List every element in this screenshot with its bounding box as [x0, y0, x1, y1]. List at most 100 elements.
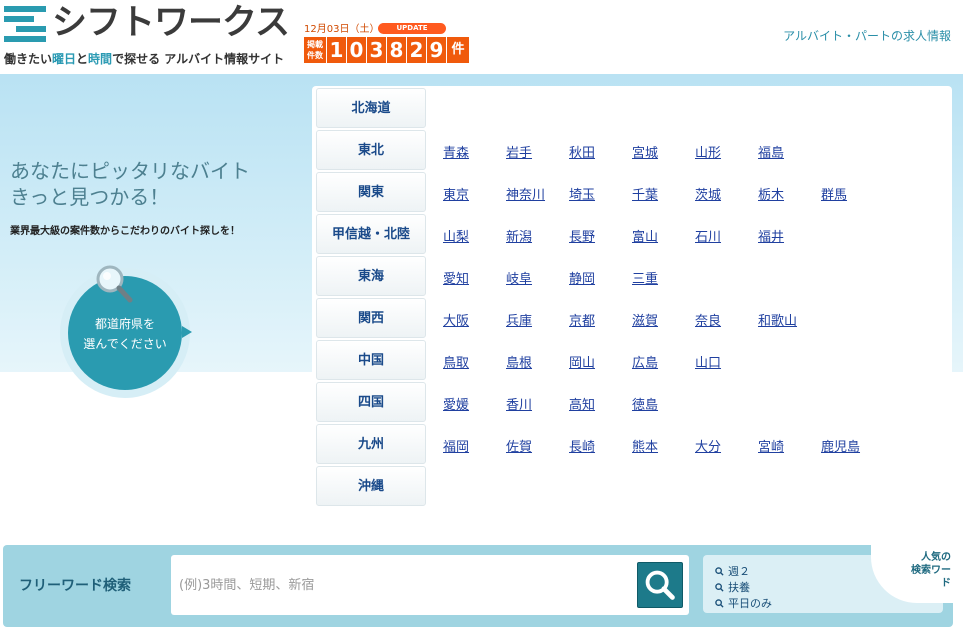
- region-row: 北海道: [316, 88, 946, 128]
- prefecture-link[interactable]: 静岡: [569, 268, 595, 287]
- tagline-highlight: 曜日: [52, 52, 77, 66]
- tagline-part: と: [76, 52, 89, 66]
- prefecture-link[interactable]: 滋賀: [632, 310, 658, 329]
- tagline-highlight: 時間: [88, 52, 113, 66]
- keyword-label: 週２: [728, 565, 750, 578]
- popular-keywords-title: 人気の 検索ワード: [903, 551, 951, 590]
- search-box: [171, 555, 689, 615]
- popular-keyword[interactable]: 平日のみ: [715, 595, 772, 611]
- prefecture-link[interactable]: 神奈川: [506, 184, 545, 203]
- search-icon: [715, 583, 724, 592]
- region-row: 関東 東京 神奈川 埼玉 千葉 茨城 栃木 群馬: [316, 172, 946, 212]
- prefecture-link[interactable]: 秋田: [569, 142, 595, 161]
- prefecture-link[interactable]: 岐阜: [506, 268, 532, 287]
- prefecture-link[interactable]: 長崎: [569, 436, 595, 455]
- search-button[interactable]: [637, 562, 683, 608]
- header-link[interactable]: アルバイト・パートの求人情報: [783, 27, 951, 44]
- region-panel: 北海道 東北 青森 岩手 秋田 宮城 山形 福島関東 東京 神奈川 埼玉 千葉 茨城 栃木 群馬甲信越・北陸…: [312, 86, 952, 510]
- prefecture-link[interactable]: 高知: [569, 394, 595, 413]
- prompt-line: 選んでください: [83, 337, 167, 351]
- region-button[interactable]: 東北: [316, 130, 426, 170]
- prefecture-link[interactable]: 福島: [758, 142, 784, 161]
- prefecture-link[interactable]: 京都: [569, 310, 595, 329]
- prefecture-link[interactable]: 島根: [506, 352, 532, 371]
- prefecture-link[interactable]: 茨城: [695, 184, 721, 203]
- prefecture-link[interactable]: 大阪: [443, 310, 469, 329]
- prefecture-link[interactable]: 埼玉: [569, 184, 595, 203]
- search-icon: [715, 567, 724, 576]
- prefecture-link[interactable]: 石川: [695, 226, 721, 245]
- prefecture-link[interactable]: 福岡: [443, 436, 469, 455]
- prefecture-link[interactable]: 徳島: [632, 394, 658, 413]
- prefecture-link[interactable]: 兵庫: [506, 310, 532, 329]
- prefecture-link[interactable]: 愛知: [443, 268, 469, 287]
- logo-icon[interactable]: [4, 6, 46, 42]
- prefecture-link[interactable]: 広島: [632, 352, 658, 371]
- region-button[interactable]: 四国: [316, 382, 426, 422]
- prefecture-link[interactable]: 愛媛: [443, 394, 469, 413]
- counter-digit: 9: [427, 37, 446, 63]
- prefecture-link[interactable]: 長野: [569, 226, 595, 245]
- region-button[interactable]: 北海道: [316, 88, 426, 128]
- search-icon: [715, 599, 724, 608]
- prefecture-link[interactable]: 大分: [695, 436, 721, 455]
- region-button[interactable]: 関西: [316, 298, 426, 338]
- prefecture-link[interactable]: 鳥取: [443, 352, 469, 371]
- popular-keyword[interactable]: 週２: [715, 563, 750, 579]
- prefecture-link[interactable]: 香川: [506, 394, 532, 413]
- counter-digit: 8: [387, 37, 406, 63]
- counter-digit: 2: [407, 37, 426, 63]
- counter-unit: 件: [447, 37, 469, 63]
- prefecture-link[interactable]: 和歌山: [758, 310, 797, 329]
- prefecture-link[interactable]: 青森: [443, 142, 469, 161]
- region-button[interactable]: 甲信越・北陸: [316, 214, 426, 254]
- region-button[interactable]: 九州: [316, 424, 426, 464]
- site-header: シフトワークス 働きたい曜日と時間で探せる アルバイト情報サイト 12月03日（…: [0, 0, 963, 74]
- prefecture-link[interactable]: 新潟: [506, 226, 532, 245]
- prefecture-link[interactable]: 奈良: [695, 310, 721, 329]
- prefecture-link[interactable]: 鹿児島: [821, 436, 860, 455]
- prefecture-link[interactable]: 富山: [632, 226, 658, 245]
- prefecture-link[interactable]: 宮城: [632, 142, 658, 161]
- tagline: 働きたい曜日と時間で探せる アルバイト情報サイト: [4, 50, 284, 67]
- prefecture-link[interactable]: 宮崎: [758, 436, 784, 455]
- region-row: 九州 福岡 佐賀 長崎 熊本 大分 宮崎 鹿児島: [316, 424, 946, 464]
- prefecture-link[interactable]: 熊本: [632, 436, 658, 455]
- prefecture-link[interactable]: 栃木: [758, 184, 784, 203]
- prefecture-link[interactable]: 福井: [758, 226, 784, 245]
- prefecture-link[interactable]: 岩手: [506, 142, 532, 161]
- logo-text[interactable]: シフトワークス: [52, 2, 290, 44]
- hero-title: あなたにピッタリなバイト きっと見つかる！: [10, 158, 250, 210]
- prefecture-link[interactable]: 千葉: [632, 184, 658, 203]
- hero-title-line: あなたにピッタリなバイト: [10, 159, 250, 183]
- update-date: 12月03日（土）: [304, 24, 380, 35]
- magnifier-icon: [96, 265, 133, 303]
- prefecture-link[interactable]: 山口: [695, 352, 721, 371]
- search-input[interactable]: [179, 563, 631, 607]
- region-row: 東北 青森 岩手 秋田 宮城 山形 福島: [316, 130, 946, 170]
- prefecture-link[interactable]: 東京: [443, 184, 469, 203]
- region-button[interactable]: 沖縄: [316, 466, 426, 506]
- counter-digit: 1: [327, 37, 346, 63]
- tagline-part: で探せる アルバイト情報サイト: [112, 52, 285, 66]
- prefecture-link[interactable]: 山梨: [443, 226, 469, 245]
- popular-keyword[interactable]: 扶養: [715, 579, 750, 595]
- region-row: 四国 愛媛 香川 高知 徳島: [316, 382, 946, 422]
- popular-title-line: 人気の: [921, 552, 951, 563]
- prefecture-link[interactable]: 三重: [632, 268, 658, 287]
- update-badge: UPDATE: [378, 23, 446, 34]
- prefecture-link[interactable]: 群馬: [821, 184, 847, 203]
- prefecture-link[interactable]: 岡山: [569, 352, 595, 371]
- keyword-label: 扶養: [728, 581, 750, 594]
- region-row: 中国 鳥取 島根 岡山 広島 山口: [316, 340, 946, 380]
- popular-title-line: 検索ワード: [911, 565, 951, 589]
- counter-digit: 0: [347, 37, 366, 63]
- hero-subtitle: 業界最大級の案件数からこだわりのバイト探しを！: [10, 226, 240, 237]
- search-icon: [645, 570, 675, 600]
- prefecture-link[interactable]: 佐賀: [506, 436, 532, 455]
- region-button[interactable]: 関東: [316, 172, 426, 212]
- prefecture-link[interactable]: 山形: [695, 142, 721, 161]
- region-button[interactable]: 中国: [316, 340, 426, 380]
- prompt-line: 都道府県を: [94, 317, 155, 331]
- region-button[interactable]: 東海: [316, 256, 426, 296]
